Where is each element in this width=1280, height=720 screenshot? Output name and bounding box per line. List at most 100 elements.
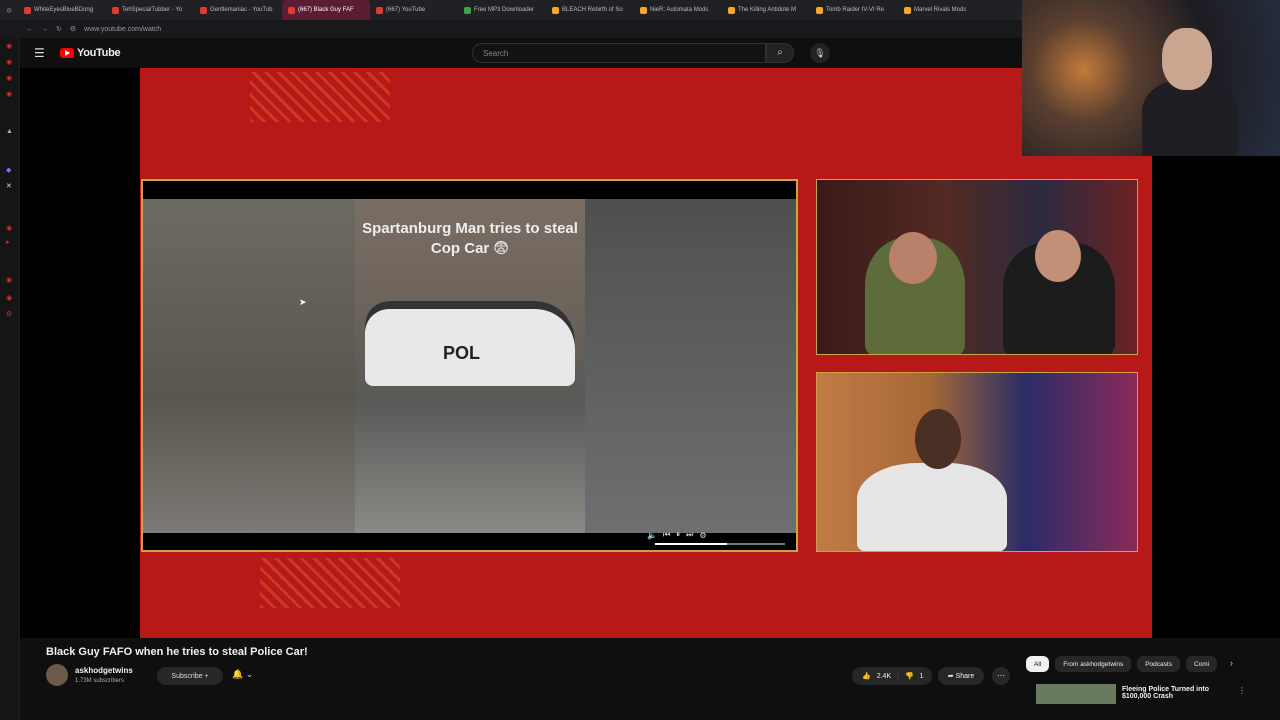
youtube-logo-text: YouTube xyxy=(77,47,121,59)
video-title: Black Guy FAFO when he tries to steal Po… xyxy=(46,646,308,658)
browser-tab[interactable]: Marvel Rivals Mods xyxy=(898,0,986,20)
browser-tab[interactable]: Gentlemaniac - YouTub xyxy=(194,0,282,20)
rail-icon-4[interactable]: ◉ xyxy=(6,90,12,98)
filter-chip[interactable]: All xyxy=(1026,656,1050,672)
pause-icon[interactable]: ⏸ xyxy=(676,530,680,540)
tab-favicon-icon xyxy=(816,6,823,14)
host-camera-top xyxy=(816,179,1138,355)
rail-icon-6[interactable]: ◉ xyxy=(6,224,12,232)
channel-avatar[interactable] xyxy=(46,664,68,686)
tab-favicon-icon xyxy=(24,6,31,14)
recommendation-title[interactable]: Fleeing Police Turned into $100,000 Cras… xyxy=(1122,686,1232,700)
tab-label: Tomb Raider IV-VI Re xyxy=(826,7,885,13)
rewind-icon[interactable]: ⏮ xyxy=(663,530,670,540)
video-player[interactable]: POL Spartanburg Man tries to steal Cop C… xyxy=(20,0,1280,638)
share-button[interactable]: ➦ Share xyxy=(938,667,984,685)
tab-favicon-icon xyxy=(112,6,119,14)
hamburger-menu-icon[interactable]: ☰ xyxy=(34,46,46,60)
browser-tab[interactable]: TehSpecialTubber - Yo xyxy=(106,0,194,20)
back-icon[interactable]: ← xyxy=(26,26,33,33)
browser-side-rail: ◉ ◉ ◉ ◉ ▲ ◆ ✕ ◉ ▸ ◉ ◉ ⚙ xyxy=(0,38,20,720)
browser-tab[interactable]: The Killing Antidote M xyxy=(722,0,810,20)
browser-tab[interactable]: (667) YouTube xyxy=(370,0,458,20)
volume-icon[interactable]: 🔈 xyxy=(647,531,657,540)
subscribe-button[interactable]: Subscribe + xyxy=(157,667,223,685)
tab-label: Free MP3 Downloader xyxy=(474,7,535,13)
clip-overlay-title: Spartanburg Man tries to steal Cop Car 😨 xyxy=(362,220,578,257)
tab-label: Gentlemaniac - YouTub xyxy=(210,7,273,13)
thumbs-up-icon[interactable]: 👍 xyxy=(862,672,871,680)
recommendation-menu-icon[interactable]: ⋮ xyxy=(1238,686,1246,695)
like-divider: | xyxy=(897,672,899,680)
clip-controls: 🔈 ⏮ ⏸ ⏭ ⚙ xyxy=(641,525,796,545)
filter-chip[interactable]: From askhodgetwins xyxy=(1055,656,1132,672)
tab-label: TehSpecialTubber - Yo xyxy=(122,7,183,13)
tab-favicon-icon xyxy=(200,6,207,14)
tab-label: NieR: Automata Mods xyxy=(650,7,709,13)
tab-label: The Killing Antidote M xyxy=(738,7,797,13)
tab-favicon-icon xyxy=(464,6,471,14)
x-icon[interactable]: ✕ xyxy=(6,182,12,190)
search-icon: ⌕ xyxy=(777,47,783,58)
site-info-icon[interactable]: ⚙ xyxy=(70,25,76,33)
voice-search-button[interactable]: 🎙 xyxy=(810,43,830,63)
host-right-head xyxy=(1035,230,1081,282)
browser-tab[interactable]: Tomb Raider IV-VI Re xyxy=(810,0,898,20)
search-button[interactable]: ⌕ xyxy=(766,43,794,63)
twitch-icon[interactable]: ◆ xyxy=(6,166,11,174)
guest-head xyxy=(915,409,961,469)
url-text[interactable]: www.youtube.com/watch xyxy=(84,26,161,33)
clip-progress-bar[interactable] xyxy=(655,543,785,545)
tab-favicon-icon xyxy=(552,6,559,14)
host-left-head xyxy=(889,232,937,284)
youtube-play-icon xyxy=(60,48,74,58)
recommendation-thumbnail[interactable] xyxy=(1036,684,1116,704)
tab-favicon-icon xyxy=(376,6,383,14)
rail-icon-9[interactable]: ◉ xyxy=(6,294,12,302)
streamer-head xyxy=(1162,28,1212,90)
filter-chip[interactable]: Podcasts xyxy=(1137,656,1180,672)
browser-tab[interactable]: (667) Black Guy FAF xyxy=(282,0,370,20)
subscriber-count: 1.73M subscribers xyxy=(75,678,125,684)
search-input[interactable]: Search xyxy=(472,43,766,63)
clip-progress-fill xyxy=(655,543,727,545)
rail-icon-7[interactable]: ▸ xyxy=(6,238,10,246)
browser-tab[interactable]: BLEACH Rebirth of So xyxy=(546,0,634,20)
tab-label: (667) YouTube xyxy=(386,7,426,13)
thumbs-down-icon[interactable]: 👎 xyxy=(905,672,914,680)
filter-chip[interactable]: Comi xyxy=(1185,656,1218,672)
tab-favicon-icon xyxy=(640,6,647,14)
browser-tab[interactable]: NieR: Automata Mods xyxy=(634,0,722,20)
rail-icon-10[interactable]: ⚙ xyxy=(6,310,12,318)
channel-name[interactable]: askhodgetwins xyxy=(75,666,133,675)
notification-bell-icon[interactable]: 🔔 ⌄ xyxy=(232,669,253,680)
pattern-bottom xyxy=(260,558,400,608)
main-clip-frame: POL Spartanburg Man tries to steal Cop C… xyxy=(141,179,798,552)
chevron-right-icon[interactable]: › xyxy=(1230,658,1233,668)
microphone-icon: 🎙 xyxy=(814,48,826,58)
rail-icon-2[interactable]: ◉ xyxy=(6,58,12,66)
more-actions-icon[interactable]: ⋯ xyxy=(992,667,1010,685)
settings-icon[interactable]: ⚙ xyxy=(699,531,706,540)
browser-tab[interactable]: Free MP3 Downloader xyxy=(458,0,546,20)
browser-tab[interactable]: WhiteEyesBlueBDong xyxy=(18,0,106,20)
youtube-logo[interactable]: YouTube xyxy=(60,47,121,59)
tab-strip: WhiteEyesBlueBDong TehSpecialTubber - Yo G… xyxy=(18,0,986,20)
rail-icon-5[interactable]: ▲ xyxy=(6,128,13,135)
forward-icon[interactable]: → xyxy=(41,26,48,33)
reload-icon[interactable]: ↻ xyxy=(56,25,62,33)
streamer-webcam xyxy=(1022,0,1280,156)
rail-icon-1[interactable]: ◉ xyxy=(6,42,12,50)
related-filter-chips: All From askhodgetwins Podcasts Comi xyxy=(1026,656,1218,672)
tab-label: WhiteEyesBlueBDong xyxy=(34,7,94,13)
rail-icon-3[interactable]: ◉ xyxy=(6,74,12,82)
tab-favicon-icon xyxy=(728,6,735,14)
like-dislike-group[interactable]: 👍 2.4K | 👎 1 xyxy=(852,667,932,685)
rail-icon-8[interactable]: ◉ xyxy=(6,276,12,284)
tab-label: (667) Black Guy FAF xyxy=(298,7,354,13)
tab-favicon-icon xyxy=(904,6,911,14)
forward-skip-icon[interactable]: ⏭ xyxy=(686,530,693,540)
browser-menu-icon[interactable]: ◍ xyxy=(0,7,18,14)
tab-label: Marvel Rivals Mods xyxy=(914,7,967,13)
subscribe-label: Subscribe xyxy=(171,672,203,680)
